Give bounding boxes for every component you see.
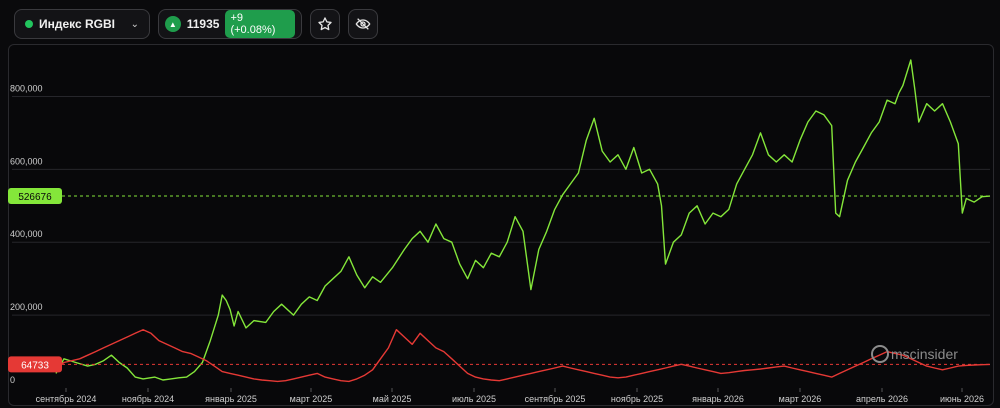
x-tick-label: ноябрь 2024 [122, 394, 174, 404]
series-line-1 [55, 329, 991, 383]
y-tick-label: 200,000 [10, 302, 43, 312]
x-axis: сентябрь 2024 ноябрь 2024 январь 2025 март … [36, 388, 984, 404]
grid [12, 95, 990, 316]
x-tick-label: январь 2026 [692, 394, 744, 404]
y-tick-label: 600,000 [10, 156, 43, 166]
x-tick-label: март 2026 [779, 394, 822, 404]
x-tick-label: июнь 2026 [940, 394, 984, 404]
last-value-markers: 526676 64733 [8, 188, 990, 373]
series-line-0 [55, 59, 991, 381]
x-tick-label: апрель 2026 [856, 394, 908, 404]
x-tick-label: июль 2025 [452, 394, 496, 404]
x-tick-label: сентябрь 2024 [36, 394, 97, 404]
x-tick-label: март 2025 [290, 394, 333, 404]
x-tick-label: ноябрь 2025 [611, 394, 663, 404]
x-tick-label: сентябрь 2025 [525, 394, 586, 404]
last-value-label-0: 526676 [18, 192, 52, 203]
y-axis: 800,000 600,000 400,000 200,000 0 [10, 83, 43, 385]
last-value-label-1: 64733 [21, 360, 49, 371]
watermark-text: mscinsider [891, 346, 958, 362]
watermark: mscinsider [871, 345, 958, 363]
chart-canvas: 800,000 600,000 400,000 200,000 0 сентябрь 2… [8, 59, 991, 404]
watermark-logo-icon [871, 345, 889, 363]
y-tick-label: 400,000 [10, 229, 43, 239]
y-tick-label: 800,000 [10, 83, 43, 93]
x-tick-label: май 2025 [373, 394, 412, 404]
y-tick-label: 0 [10, 375, 15, 385]
x-tick-label: январь 2025 [205, 394, 257, 404]
series-lines [55, 59, 991, 383]
